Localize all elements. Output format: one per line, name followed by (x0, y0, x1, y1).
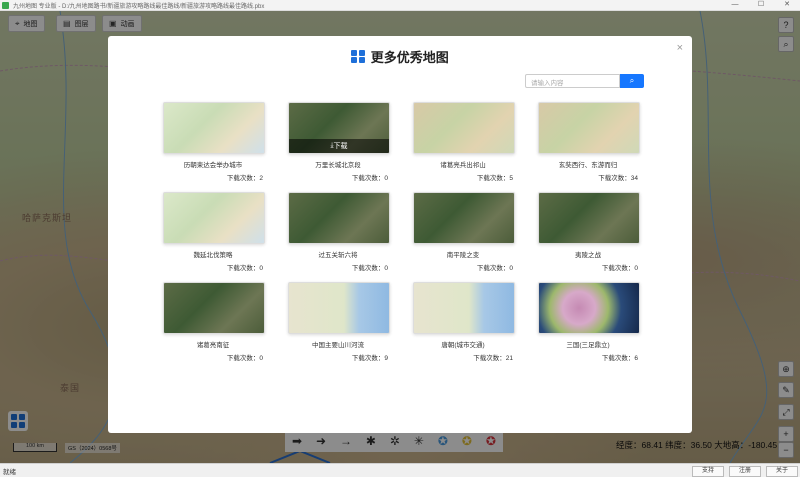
title-bar: 九州地图 专业版 - D:/九州地图路书/新疆旅游攻略路线最佳路线/新疆旅游攻略… (0, 0, 800, 11)
download-count: 下载次数：9 (351, 355, 388, 362)
logo-icon (351, 49, 365, 64)
map-card-title: 诸葛亮兵出祁山 (440, 162, 486, 169)
map-card-title: 三国(三足鼎立) (566, 342, 610, 349)
map-card[interactable]: 三国(三足鼎立) 下载次数：6 (533, 282, 643, 362)
download-button[interactable]: ⤓ 下载 (289, 139, 389, 153)
map-thumbnail[interactable] (413, 102, 515, 154)
search-icon: ⌕ (629, 76, 635, 85)
download-count: 下载次数：0 (351, 175, 388, 182)
download-count: 下载次数：0 (226, 355, 263, 362)
maximize-button[interactable]: ☐ (748, 0, 774, 10)
minimize-button[interactable]: — (722, 0, 748, 10)
map-thumbnail[interactable] (538, 282, 640, 334)
status-bar: 就绪 支持 注册 关于 (0, 463, 800, 477)
dialog-title-text: 更多优秀地图 (370, 50, 449, 65)
map-card-title: 历朝柬达会举办城市 (183, 162, 243, 169)
map-thumbnail[interactable] (538, 192, 640, 244)
map-card-title: 南平陵之变 (446, 252, 480, 259)
map-card-title: 中国主要山川河流 (312, 342, 364, 349)
download-label: 下载 (333, 143, 348, 150)
map-card[interactable]: 历朝柬达会举办城市下载次数：2 (158, 102, 268, 182)
download-count: 下载次数：34 (598, 175, 638, 182)
map-thumbnail[interactable] (288, 282, 390, 334)
map-card-title: 魏延北伐策略 (193, 252, 233, 259)
map-thumbnail[interactable] (413, 192, 515, 244)
map-card-title: 过五关斩六将 (318, 252, 358, 259)
search-input[interactable]: 请输入内容 (525, 74, 620, 88)
register-button[interactable]: 注册 (729, 466, 761, 477)
map-card-title: 夷陵之战 (575, 252, 601, 259)
map-card[interactable]: 夷陵之战 下载次数：0 (533, 192, 643, 272)
download-count: 下载次数：21 (473, 355, 513, 362)
window-title: 九州地图 专业版 - D:/九州地图路书/新疆旅游攻略路线最佳路线/新疆旅游攻略… (13, 3, 265, 10)
download-count: 下载次数：2 (226, 175, 263, 182)
download-count: 下载次数：0 (601, 265, 638, 272)
map-card-title: 唐朝(城市交通) (441, 342, 485, 349)
map-card[interactable]: ⤓ 下载万里长城北京段下载次数：0 (283, 102, 393, 182)
status-text: 就绪 (3, 468, 16, 476)
download-count: 下载次数：0 (226, 265, 263, 272)
download-count: 下载次数：5 (476, 175, 513, 182)
download-count: 下载次数：0 (476, 265, 513, 272)
map-card[interactable]: 玄奘西行、东游而归下载次数：34 (533, 102, 643, 182)
more-maps-dialog: × 更多优秀地图 请输入内容 ⌕ 历朝柬达会举办城市 下载次数：2 ⤓ 下载 万里长城… (108, 36, 692, 433)
map-thumbnail[interactable] (538, 102, 640, 154)
support-button[interactable]: 支持 (692, 466, 724, 477)
close-window-button[interactable]: ✕ (774, 0, 800, 10)
map-card[interactable]: 魏延北伐策略下载次数：0 (158, 192, 268, 272)
dialog-title: 更多优秀地图 (108, 47, 692, 66)
map-card[interactable]: 诸葛亮南征下载次数：0 (158, 282, 268, 362)
map-card-title: 玄奘西行、东游而归 (558, 162, 618, 169)
map-card[interactable]: 唐朝(城市交通) 下载次数：21 (408, 282, 518, 362)
map-thumbnail[interactable] (163, 192, 265, 244)
search-button[interactable]: ⌕ (620, 74, 644, 88)
map-card-title: 万里长城北京段 (315, 162, 361, 169)
map-thumbnail[interactable] (163, 282, 265, 334)
about-button[interactable]: 关于 (766, 466, 798, 477)
map-thumbnail[interactable] (288, 192, 390, 244)
map-thumbnail[interactable]: ⤓ 下载 (288, 102, 390, 154)
map-card-title: 诸葛亮南征 (196, 342, 230, 349)
map-card[interactable]: 中国主要山川河流下载次数：9 (283, 282, 393, 362)
map-card[interactable]: 南平陵之变下载次数：0 (408, 192, 518, 272)
map-thumbnail[interactable] (163, 102, 265, 154)
map-card[interactable]: 诸葛亮兵出祁山下载次数：5 (408, 102, 518, 182)
map-thumbnail[interactable] (413, 282, 515, 334)
app-icon (2, 1, 9, 9)
map-card[interactable]: 过五关斩六将下载次数：0 (283, 192, 393, 272)
download-count: 下载次数：0 (351, 265, 388, 272)
download-count: 下载次数：6 (601, 355, 638, 362)
